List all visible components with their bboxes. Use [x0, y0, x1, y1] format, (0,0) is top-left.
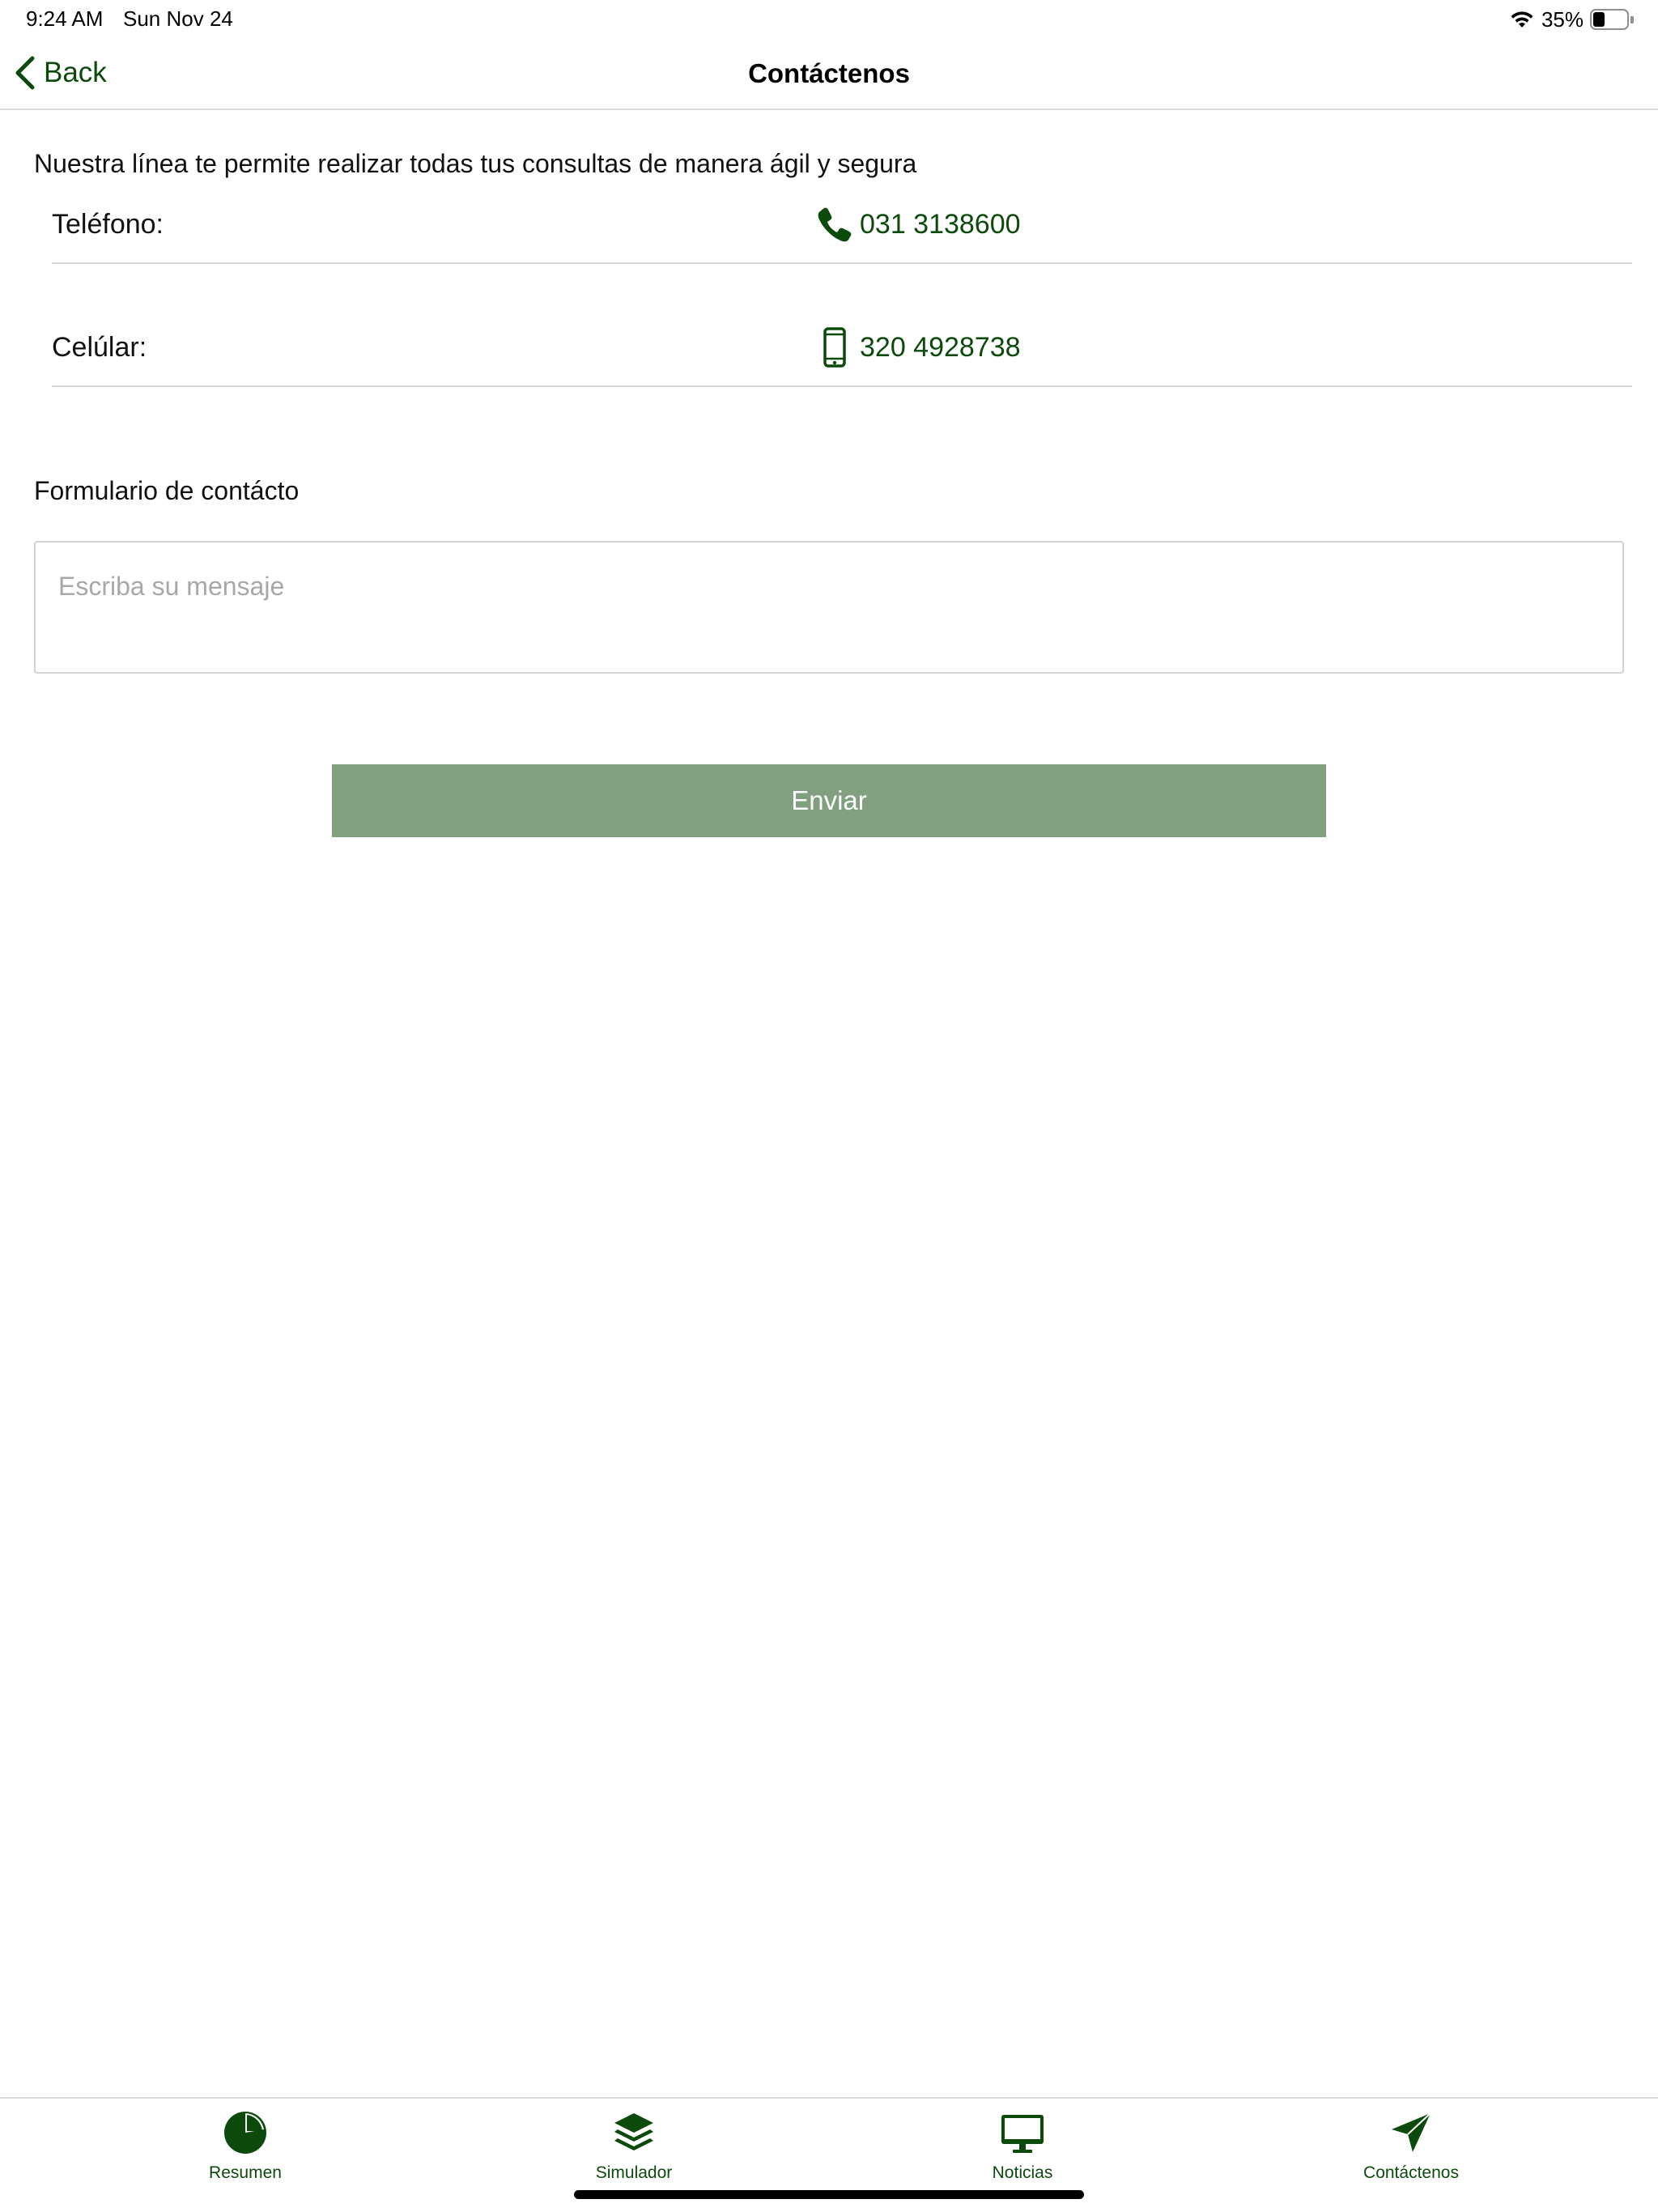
send-button[interactable]: Enviar	[332, 764, 1326, 837]
home-indicator	[574, 2190, 1084, 2199]
battery-icon	[1590, 9, 1634, 30]
phone-link[interactable]: 031 3138600	[816, 204, 1021, 245]
contact-row-mobile: Celúlar: 320 4928738	[52, 313, 1632, 387]
phone-label: Teléfono:	[52, 209, 164, 240]
phone-number: 031 3138600	[860, 208, 1021, 240]
status-time: 9:24 AM	[26, 6, 104, 31]
tab-resumen[interactable]: Resumen	[164, 2110, 326, 2191]
paper-plane-icon	[1392, 2112, 1431, 2152]
tab-label-simulador: Simulador	[595, 2163, 673, 2182]
pie-chart-icon	[224, 2112, 266, 2154]
mobile-label: Celúlar:	[52, 332, 147, 363]
contact-row-phone: Teléfono: 031 3138600	[52, 189, 1632, 264]
status-indicators: 35%	[1509, 6, 1634, 32]
tab-label-resumen: Resumen	[209, 2163, 282, 2182]
navigation-bar: Back Contáctenos	[0, 37, 1658, 110]
mobile-link[interactable]: 320 4928738	[816, 327, 1021, 368]
tab-label-noticias: Noticias	[992, 2163, 1053, 2182]
status-bar: 9:24 AM Sun Nov 24 35%	[0, 0, 1658, 37]
layers-icon	[614, 2113, 653, 2150]
message-input[interactable]	[34, 541, 1624, 674]
status-date: Sun Nov 24	[123, 6, 233, 31]
contact-screen: 9:24 AM Sun Nov 24 35% Back Contáctenos	[0, 0, 1658, 2212]
tab-label-contactenos: Contáctenos	[1363, 2163, 1459, 2182]
desktop-icon	[1001, 2115, 1044, 2153]
battery-percentage: 35%	[1541, 6, 1584, 32]
form-title: Formulario de contácto	[34, 476, 300, 505]
tab-simulador[interactable]: Simulador	[553, 2110, 715, 2191]
intro-text: Nuestra línea te permite realizar todas …	[34, 149, 917, 178]
mobile-phone-icon	[816, 327, 853, 368]
phone-icon	[816, 204, 853, 245]
tab-contactenos[interactable]: Contáctenos	[1330, 2110, 1492, 2191]
mobile-number: 320 4928738	[860, 331, 1021, 363]
wifi-icon	[1511, 11, 1533, 28]
page-title: Contáctenos	[748, 58, 910, 88]
tab-noticias[interactable]: Noticias	[942, 2110, 1103, 2191]
